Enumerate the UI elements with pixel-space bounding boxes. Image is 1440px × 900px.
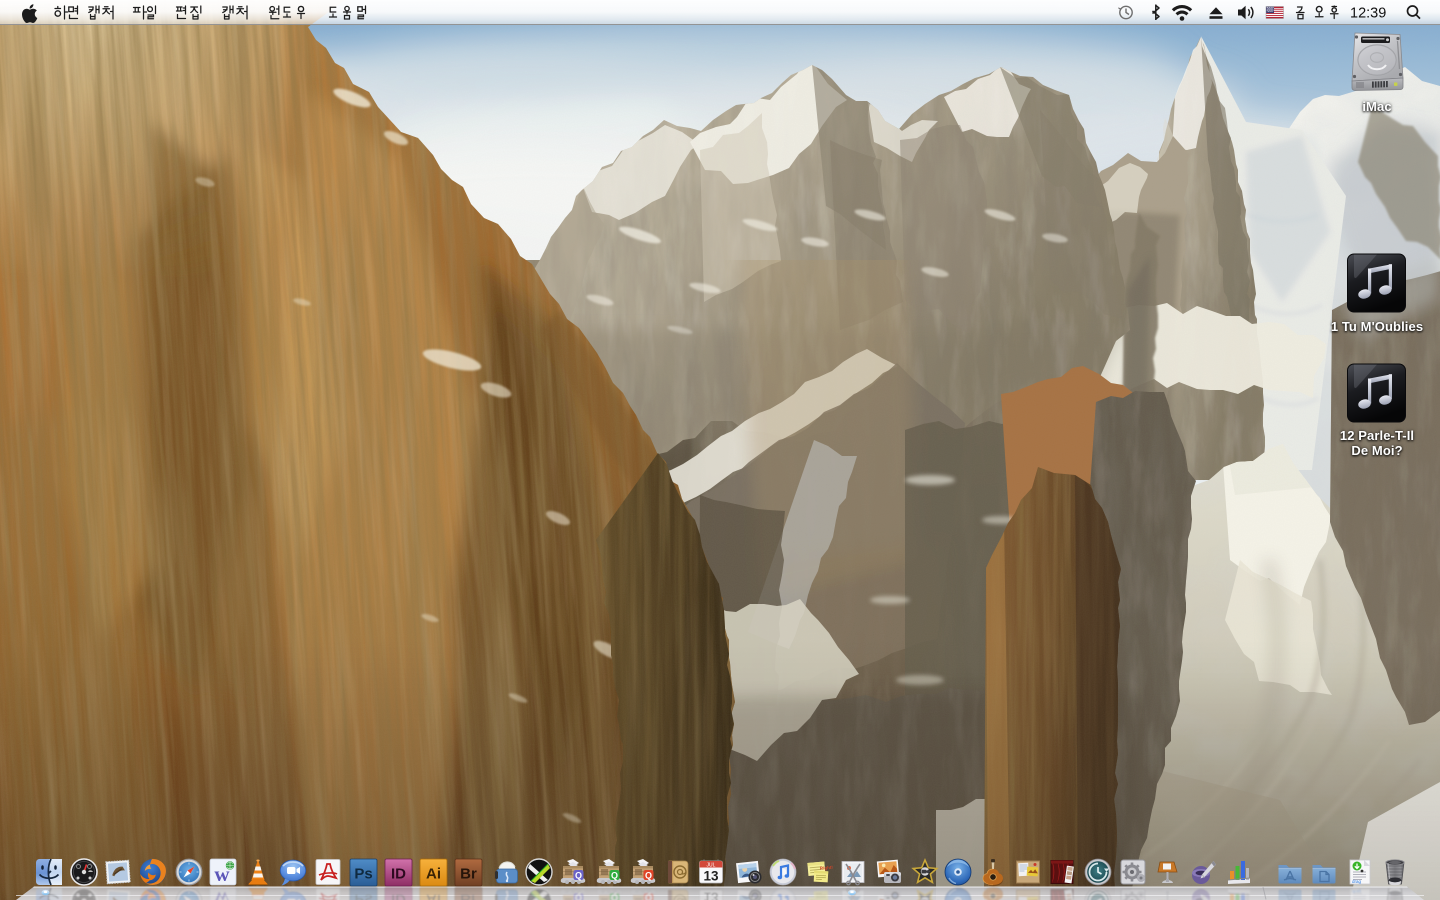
svg-text:12:39: 12:39	[1350, 6, 1386, 22]
